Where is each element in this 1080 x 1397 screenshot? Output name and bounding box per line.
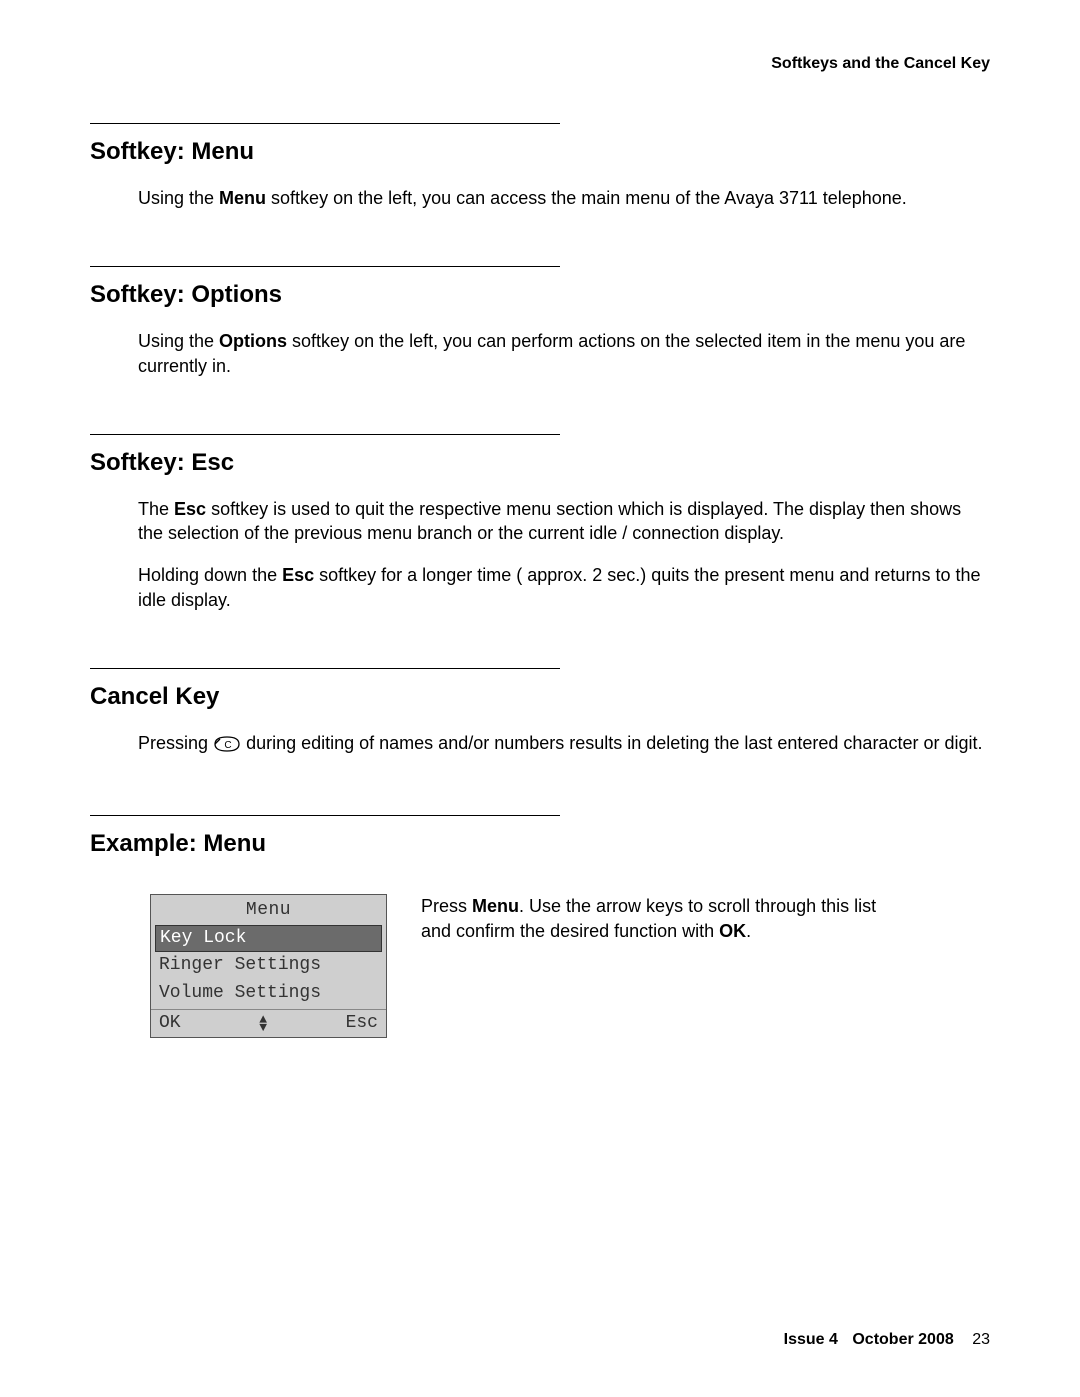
bold: Menu <box>219 188 266 208</box>
heading-example-menu: Example: Menu <box>90 830 990 858</box>
body-cancel-key: Pressing C during editing of names and/o… <box>138 731 990 759</box>
phone-screen-item-selected: Key Lock <box>155 925 382 952</box>
cancel-key-icon: C <box>213 735 241 759</box>
running-head: Softkeys and the Cancel Key <box>90 55 990 73</box>
text: during editing of names and/or numbers r… <box>246 733 982 753</box>
body-softkey-esc: The Esc softkey is used to quit the resp… <box>138 497 990 612</box>
arrow-up-down-icon: ▲▼ <box>259 1016 267 1030</box>
phone-screen: Menu Key Lock Ringer Settings Volume Set… <box>150 894 387 1038</box>
section-rule <box>90 668 560 669</box>
phone-screen-item: Ringer Settings <box>151 952 386 979</box>
para: Using the Menu softkey on the left, you … <box>138 186 990 210</box>
softkey-right: Esc <box>346 1012 378 1035</box>
heading-softkey-esc: Softkey: Esc <box>90 449 990 477</box>
body-softkey-menu: Using the Menu softkey on the left, you … <box>138 186 990 210</box>
text: Pressing <box>138 733 213 753</box>
footer-issue: Issue 4 <box>784 1331 838 1348</box>
footer-page-number: 23 <box>972 1331 990 1348</box>
body-softkey-options: Using the Options softkey on the left, y… <box>138 329 990 378</box>
example-text: Press Menu. Use the arrow keys to scroll… <box>421 894 911 943</box>
text: Using the <box>138 188 219 208</box>
para: Holding down the Esc softkey for a longe… <box>138 563 990 612</box>
para: Pressing C during editing of names and/o… <box>138 731 990 759</box>
bold: Options <box>219 331 287 351</box>
page-footer: Issue 4 October 2008 23 <box>784 1331 990 1349</box>
text: softkey is used to quit the respective m… <box>138 499 961 543</box>
para: Using the Options softkey on the left, y… <box>138 329 990 378</box>
text: Holding down the <box>138 565 282 585</box>
phone-screen-title: Menu <box>151 895 386 924</box>
heading-cancel-key: Cancel Key <box>90 683 990 711</box>
section-rule <box>90 266 560 267</box>
bold: Esc <box>282 565 314 585</box>
footer-date: October 2008 <box>852 1331 953 1348</box>
softkey-left: OK <box>159 1012 181 1035</box>
text: . <box>746 921 751 941</box>
phone-screen-item: Volume Settings <box>151 980 386 1007</box>
bold: Menu <box>472 896 519 916</box>
heading-softkey-options: Softkey: Options <box>90 281 990 309</box>
text: Using the <box>138 331 219 351</box>
page: Softkeys and the Cancel Key Softkey: Men… <box>0 0 1080 1397</box>
section-rule <box>90 815 560 816</box>
text: Press <box>421 896 472 916</box>
text: softkey on the left, you can access the … <box>266 188 907 208</box>
bold: Esc <box>174 499 206 519</box>
section-rule <box>90 123 560 124</box>
heading-softkey-menu: Softkey: Menu <box>90 138 990 166</box>
example-row: Menu Key Lock Ringer Settings Volume Set… <box>150 894 990 1038</box>
phone-screen-softbar: OK ▲▼ Esc <box>151 1009 386 1037</box>
svg-text:C: C <box>224 740 231 751</box>
para: The Esc softkey is used to quit the resp… <box>138 497 990 546</box>
section-rule <box>90 434 560 435</box>
text: The <box>138 499 174 519</box>
bold: OK <box>719 921 746 941</box>
